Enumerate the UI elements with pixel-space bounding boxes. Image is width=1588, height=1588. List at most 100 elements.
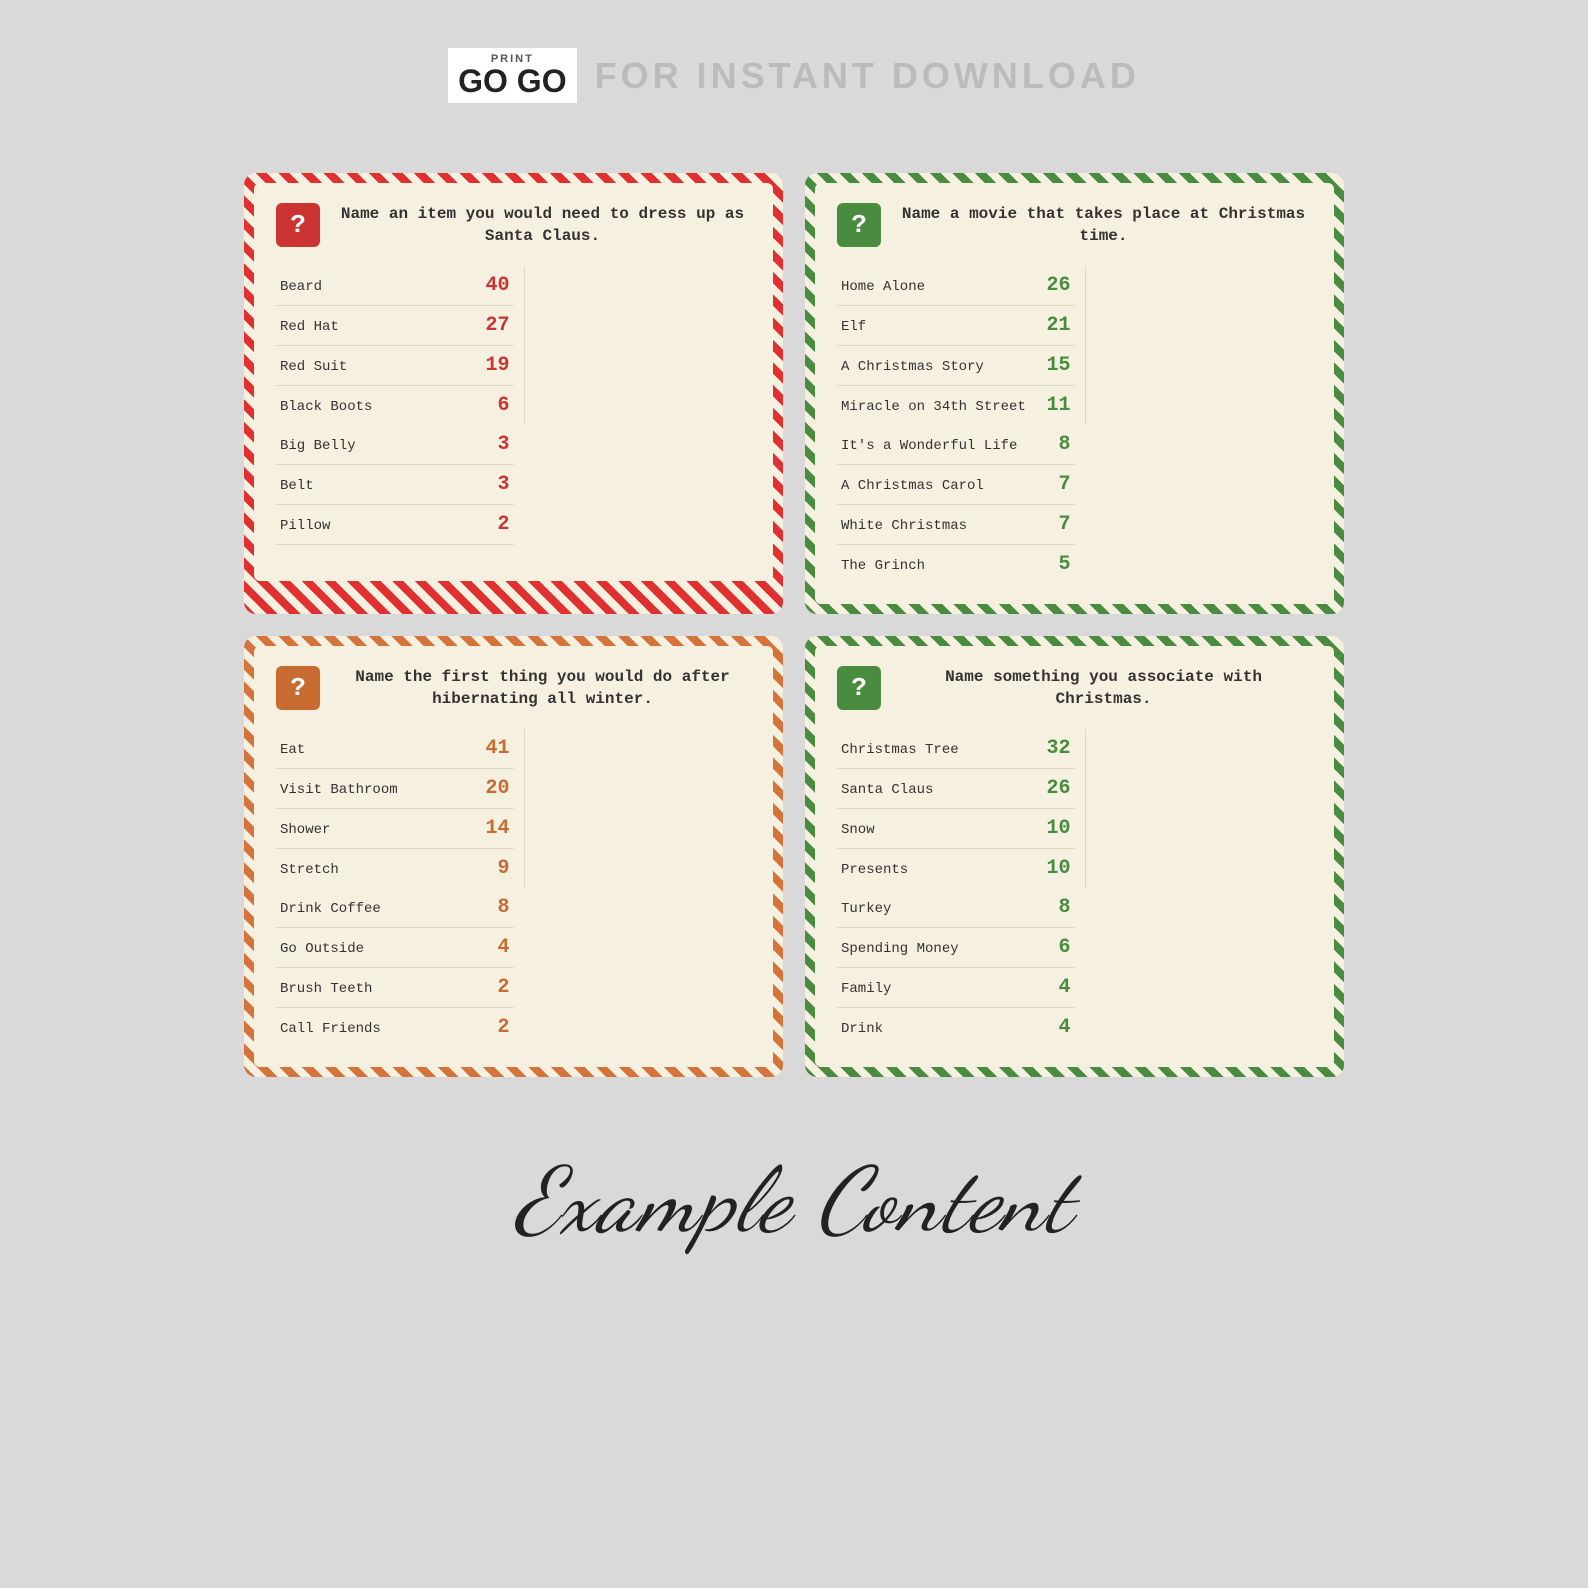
table-row: Eat 41 [276, 729, 514, 769]
card-title: Name a movie that takes place at Christm… [895, 203, 1312, 248]
table-row: Call Friends 2 [276, 1008, 514, 1047]
row-number: 7 [1043, 513, 1071, 536]
row-label: Visit Bathroom [280, 782, 474, 798]
card-card-hibernate: ? Name the first thing you would do after… [244, 636, 783, 1077]
row-number: 2 [482, 513, 510, 536]
row-number: 21 [1043, 314, 1071, 337]
row-label: Beard [280, 279, 474, 295]
table-row [276, 545, 514, 561]
row-label: Eat [280, 742, 474, 758]
row-number: 41 [482, 737, 510, 760]
row-number: 2 [482, 976, 510, 999]
card-content: Home Alone 26 Elf 21 A Christmas Story15 Mira… [837, 266, 1312, 584]
row-label: Elf [841, 319, 1035, 335]
card-card-santa: ? Name an item you would need to dress up… [244, 173, 783, 614]
row-label: Family [841, 981, 1035, 997]
row-number: 26 [1043, 274, 1071, 297]
table-row: Belt 3 [276, 465, 514, 505]
table-row: The Grinch 5 [837, 545, 1075, 584]
row-number: 4 [482, 936, 510, 959]
column-divider [524, 729, 525, 888]
row-number: 6 [482, 394, 510, 417]
row-number: 5 [1043, 553, 1071, 576]
card-right-column: Turkey8 Spending Money 6 Family 4 Drink 4 [837, 888, 1075, 1047]
row-number: 27 [482, 314, 510, 337]
cards-grid: ? Name an item you would need to dress up… [244, 173, 1344, 1077]
row-label: Santa Claus [841, 782, 1035, 798]
table-row: Home Alone 26 [837, 266, 1075, 306]
column-divider [524, 266, 525, 425]
table-row: Brush Teeth 2 [276, 968, 514, 1008]
row-label: Home Alone [841, 279, 1035, 295]
row-label: Shower [280, 822, 474, 838]
table-row: White Christmas7 [837, 505, 1075, 545]
table-row: Go Outside4 [276, 928, 514, 968]
table-row: Presents10 [837, 849, 1075, 888]
table-row: Elf 21 [837, 306, 1075, 346]
row-number: 3 [482, 473, 510, 496]
row-label: Spending Money [841, 941, 1035, 957]
card-left-column: Home Alone 26 Elf 21 A Christmas Story15 Mira… [837, 266, 1075, 425]
row-label: Red Hat [280, 319, 474, 335]
table-row: Stretch 9 [276, 849, 514, 888]
row-number: 2 [482, 1016, 510, 1039]
card-title: Name the first thing you would do after … [334, 666, 751, 711]
card-content: Christmas Tree32Santa Claus26 Snow 10 Prese… [837, 729, 1312, 1047]
row-label: Miracle on 34th Street [841, 399, 1035, 415]
card-header: ? Name the first thing you would do after… [276, 666, 751, 711]
question-icon: ? [837, 666, 881, 710]
row-number: 4 [1043, 976, 1071, 999]
card-right-column: Big Belly3 Belt 3 Pillow 2 [276, 425, 514, 561]
row-label: Belt [280, 478, 474, 494]
table-row: Big Belly3 [276, 425, 514, 465]
card-left-column: Christmas Tree32Santa Claus26 Snow 10 Prese… [837, 729, 1075, 888]
card-header: ? Name an item you would need to dress up… [276, 203, 751, 248]
row-label: Brush Teeth [280, 981, 474, 997]
row-label: Drink [841, 1021, 1035, 1037]
row-label: Christmas Tree [841, 742, 1035, 758]
card-content: Eat 41 Visit Bathroom 20 Shower 14 Stretch 9 Dri… [276, 729, 751, 1047]
row-label: Black Boots [280, 399, 474, 415]
table-row: It's a Wonderful Life8 [837, 425, 1075, 465]
table-row: Santa Claus26 [837, 769, 1075, 809]
table-row: Turkey8 [837, 888, 1075, 928]
row-label: The Grinch [841, 558, 1035, 574]
row-number: 4 [1043, 1016, 1071, 1039]
question-icon: ? [276, 666, 320, 710]
row-label: A Christmas Carol [841, 478, 1035, 494]
table-row: Christmas Tree32 [837, 729, 1075, 769]
row-label: Big Belly [280, 438, 474, 454]
card-card-movie: ? Name a movie that takes place at Christ… [805, 173, 1344, 614]
row-number: 9 [482, 857, 510, 880]
row-number: 20 [482, 777, 510, 800]
table-row: A Christmas Carol 7 [837, 465, 1075, 505]
row-label: Pillow [280, 518, 474, 534]
card-title: Name an item you would need to dress up … [334, 203, 751, 248]
row-label: Call Friends [280, 1021, 474, 1037]
table-row: Shower 14 [276, 809, 514, 849]
row-label: Stretch [280, 862, 474, 878]
row-number: 14 [482, 817, 510, 840]
question-icon: ? [837, 203, 881, 247]
table-row: Red Hat 27 [276, 306, 514, 346]
row-number: 11 [1043, 394, 1071, 417]
card-title: Name something you associate with Christ… [895, 666, 1312, 711]
row-number: 10 [1043, 817, 1071, 840]
row-number: 8 [1043, 433, 1071, 456]
table-row: A Christmas Story15 [837, 346, 1075, 386]
column-divider [1085, 266, 1086, 425]
table-row: Drink 4 [837, 1008, 1075, 1047]
card-right-column: It's a Wonderful Life8 A Christmas Carol 7… [837, 425, 1075, 584]
table-row: Family 4 [837, 968, 1075, 1008]
row-number: 8 [482, 896, 510, 919]
row-label: Snow [841, 822, 1035, 838]
table-row: Snow 10 [837, 809, 1075, 849]
row-label: Red Suit [280, 359, 474, 375]
row-label: A Christmas Story [841, 359, 1035, 375]
card-card-christmas: ? Name something you associate with Chris… [805, 636, 1344, 1077]
row-number: 7 [1043, 473, 1071, 496]
question-icon: ? [276, 203, 320, 247]
row-number: 6 [1043, 936, 1071, 959]
column-divider [1085, 729, 1086, 888]
row-label: Drink Coffee [280, 901, 474, 917]
